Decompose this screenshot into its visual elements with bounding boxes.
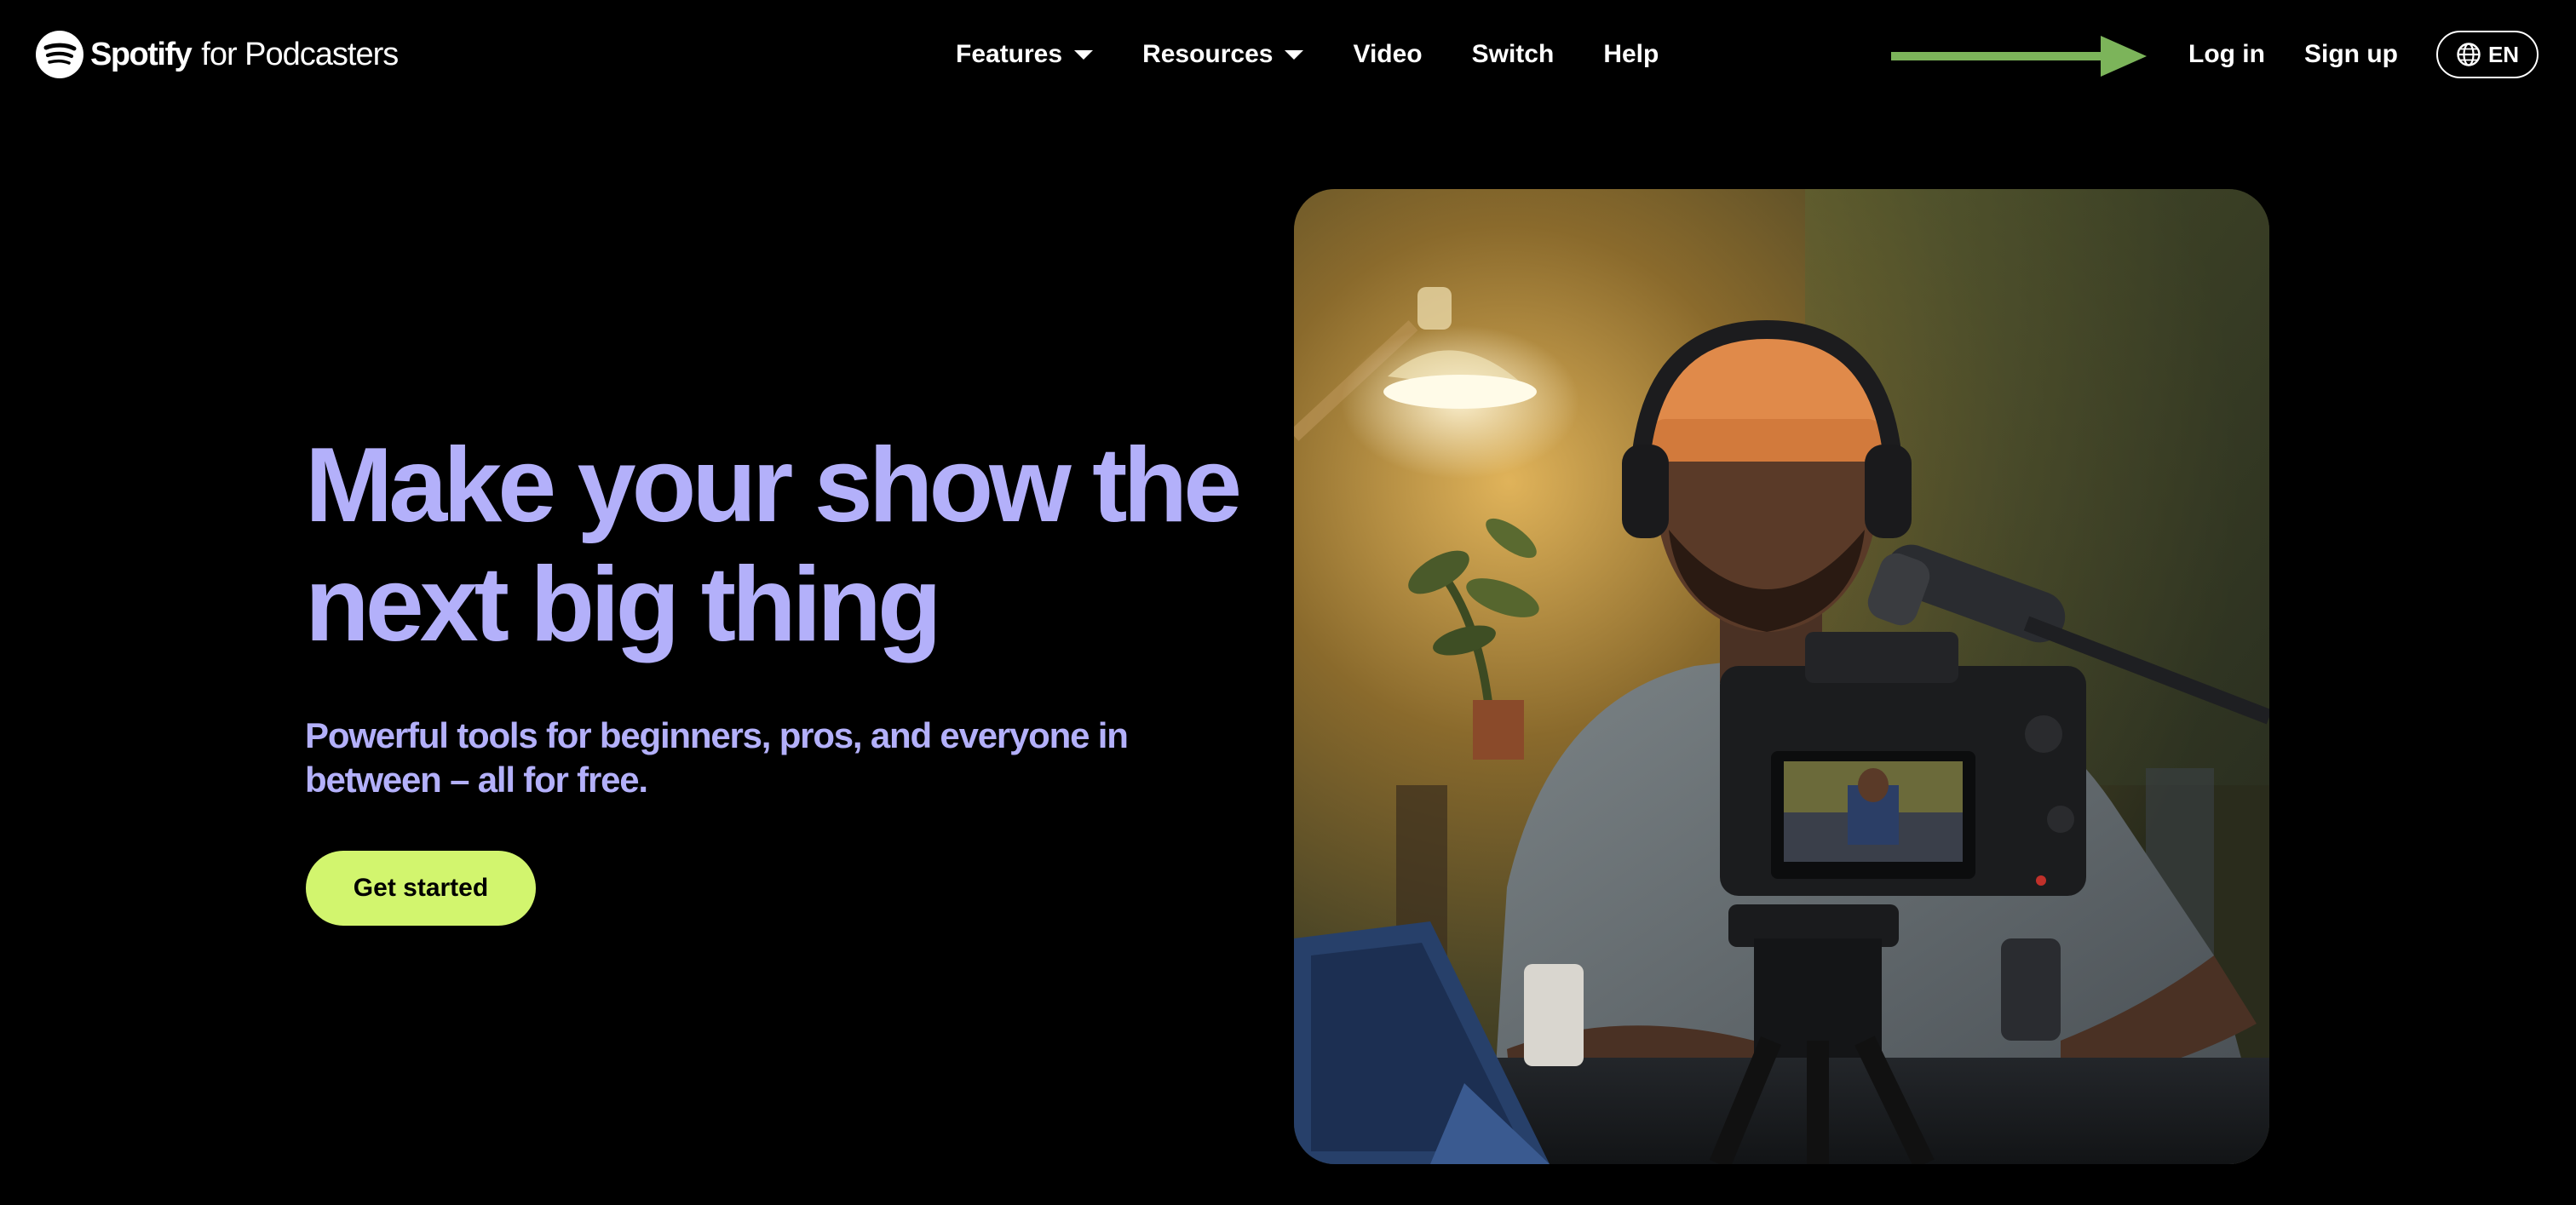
- nav-item-label: Features: [956, 40, 1063, 68]
- logo-brand-text: Spotify: [90, 36, 193, 72]
- nav-item-resources[interactable]: Resources: [1142, 40, 1304, 69]
- get-started-button[interactable]: Get started: [306, 851, 536, 926]
- caret-down-icon: [1074, 49, 1094, 60]
- globe-icon: [2457, 43, 2481, 66]
- hero-subtitle-line: between – all for free.: [305, 760, 648, 800]
- caret-down-icon: [1285, 49, 1304, 60]
- nav-item-label: Resources: [1142, 40, 1274, 68]
- login-link[interactable]: Log in: [2188, 29, 2265, 80]
- signup-link[interactable]: Sign up: [2304, 29, 2398, 80]
- main-nav: Features Resources Video Switch Help: [956, 29, 1659, 80]
- hero-title: Make your show the next big thing: [305, 426, 1242, 664]
- nav-item-video[interactable]: Video: [1353, 40, 1422, 69]
- podcaster-recording-photo: [1294, 189, 2269, 1164]
- hero-subtitle: Powerful tools for beginners, pros, and …: [305, 714, 1157, 802]
- spotify-logo-icon: [36, 31, 83, 78]
- hero-subtitle-line: Powerful tools for beginners, pros, and …: [305, 715, 1129, 755]
- spotify-for-podcasters-landing: Spotify for Podcasters Features Resource…: [0, 0, 2576, 1205]
- nav-item-help[interactable]: Help: [1603, 40, 1659, 69]
- nav-item-switch[interactable]: Switch: [1472, 40, 1555, 69]
- hero-title-line: next big thing: [305, 546, 942, 663]
- logo-suffix-text: for Podcasters: [201, 36, 399, 72]
- nav-item-features[interactable]: Features: [956, 40, 1094, 69]
- hero-title-line: Make your show the: [305, 427, 1242, 544]
- nav-item-label: Help: [1603, 40, 1659, 68]
- nav-item-label: Video: [1353, 40, 1423, 68]
- language-label: EN: [2487, 41, 2520, 67]
- language-selector-button[interactable]: EN: [2436, 31, 2539, 78]
- nav-item-label: Switch: [1471, 40, 1555, 68]
- site-logo[interactable]: Spotify for Podcasters: [36, 29, 399, 80]
- annotation-arrow-icon: [1891, 36, 2147, 77]
- hero-photo: [1294, 189, 2269, 1164]
